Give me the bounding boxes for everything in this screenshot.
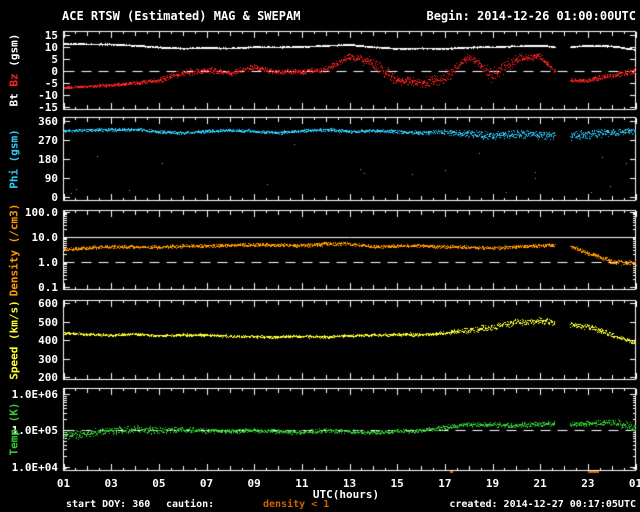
footer-density-warning: density < 1	[263, 499, 330, 510]
axis-title-mag: Bt Bz (gsm)	[7, 33, 21, 107]
ace-rtsw-plot: ACE RTSW (Estimated) MAG & SWEPAM Begin:…	[0, 0, 640, 512]
x-tick-label: 23	[581, 477, 595, 490]
axis-title-speed: Speed (km/s)	[7, 299, 21, 380]
axis-title-part: Phi (gsm)	[7, 128, 21, 189]
begin-timestamp: Begin: 2014-12-26 01:00:00UTC	[426, 9, 636, 23]
x-tick-label: 01	[628, 477, 640, 490]
axis-title-part: Bt	[7, 86, 21, 107]
footer-caution-label: caution:	[166, 499, 215, 510]
axis-title-part: Speed (km/s)	[7, 299, 21, 380]
axis-title-phi: Phi (gsm)	[7, 128, 21, 189]
axis-title-part: (gsm)	[7, 33, 21, 74]
x-tick-label: 13	[342, 477, 357, 490]
footer-created-timestamp: created: 2014-12-27 00:17:05UTC	[449, 499, 636, 510]
x-tick-label: 11	[295, 477, 309, 490]
x-tick-label: 15	[390, 477, 404, 490]
axis-title-part: Density (/cm3)	[7, 203, 21, 296]
axis-title-part: Temp (K)	[7, 402, 21, 456]
x-tick-label: 19	[485, 477, 500, 490]
y-tick-label-temp: 1.0E+04	[11, 461, 58, 474]
axis-title-temp: Temp (K)	[7, 402, 21, 456]
x-tick-label: 01	[56, 477, 71, 490]
y-tick-label-temp: 1.0E+06	[11, 388, 58, 401]
x-tick-label: 21	[533, 477, 547, 490]
x-tick-label: 09	[247, 477, 261, 490]
y-tick-label-phi: 0	[51, 191, 58, 204]
ace-plot-canvas	[0, 0, 640, 512]
footer-start-doy: start DOY: 360	[66, 499, 151, 510]
axis-title-part: Bz	[7, 73, 21, 87]
x-tick-label: 07	[199, 477, 214, 490]
x-tick-label: 03	[104, 477, 118, 490]
axis-title-density: Density (/cm3)	[7, 203, 21, 296]
x-tick-label: 05	[152, 477, 166, 490]
x-tick-label: 17	[438, 477, 452, 490]
plot-title: ACE RTSW (Estimated) MAG & SWEPAM	[62, 9, 301, 23]
y-tick-label-phi: 360	[38, 115, 58, 128]
